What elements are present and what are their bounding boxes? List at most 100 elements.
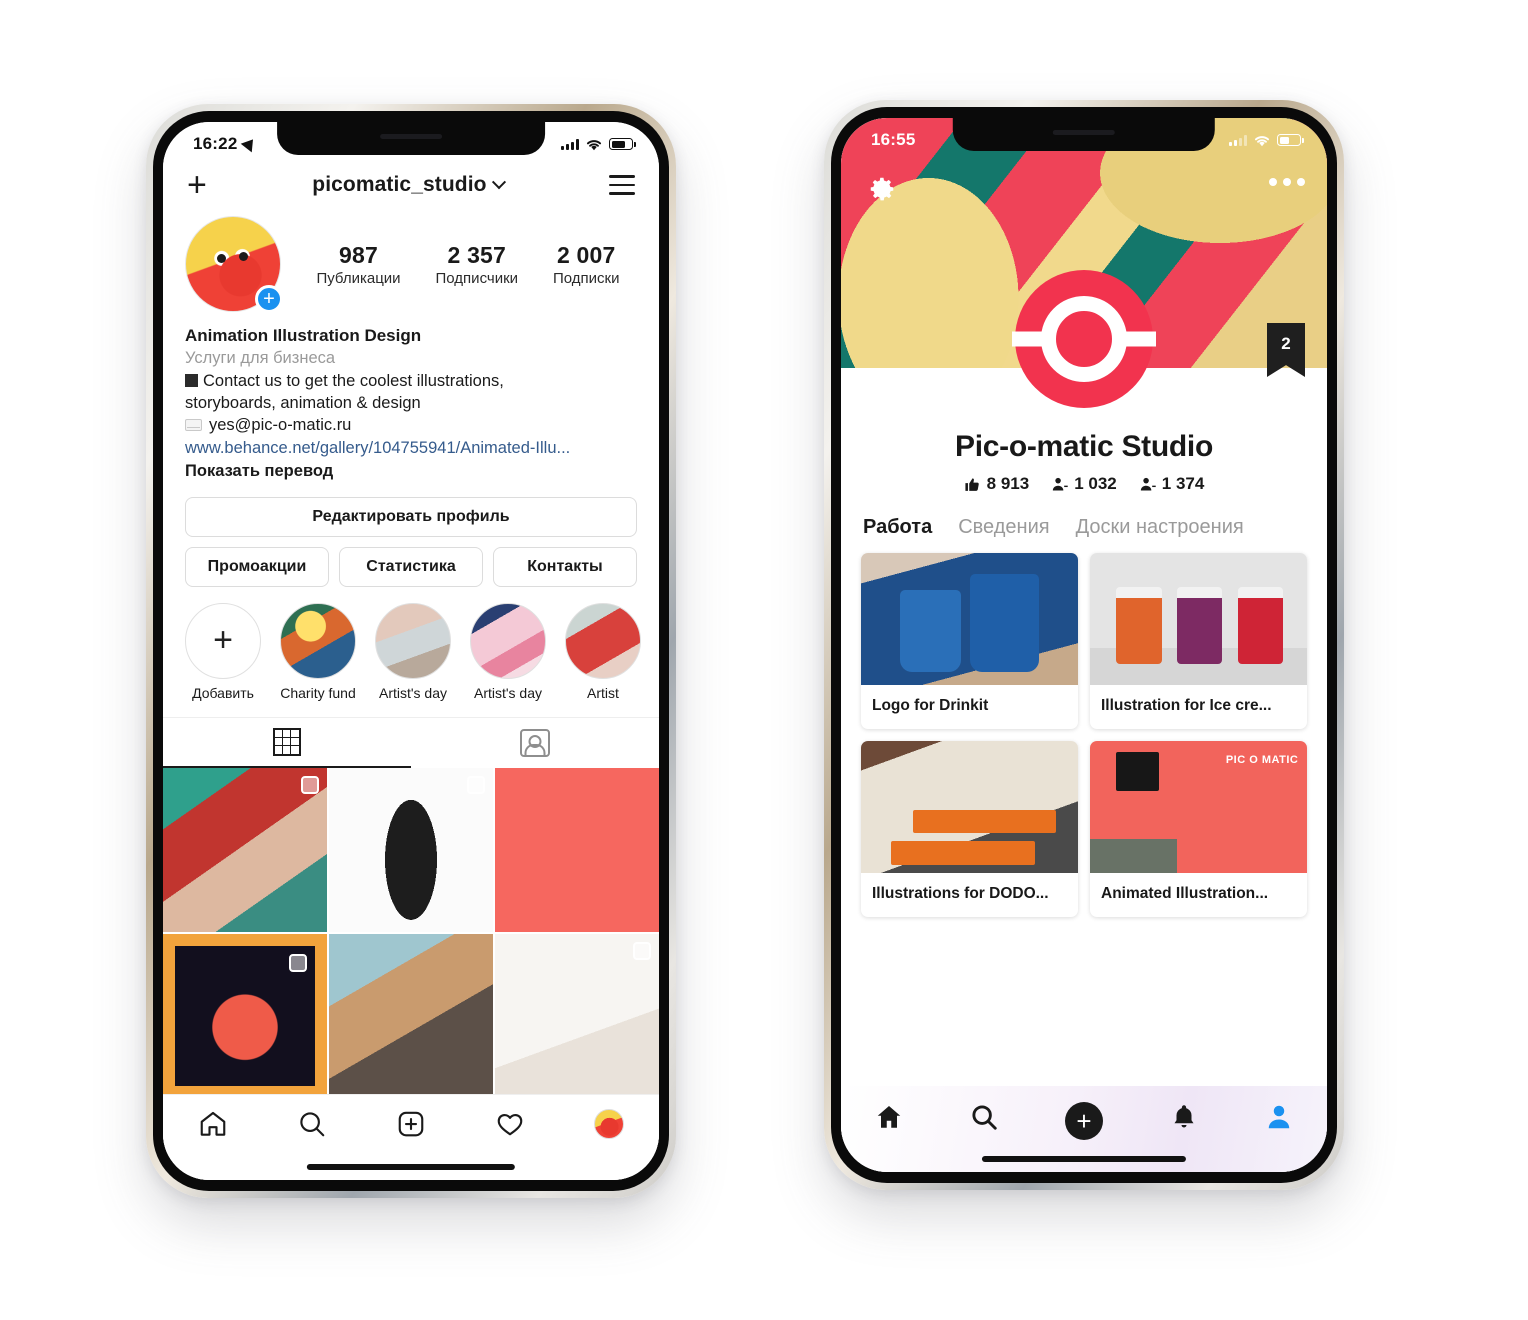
post-thumbnail[interactable] — [329, 767, 493, 932]
stat-followers[interactable]: 2 357 Подписчики — [436, 242, 519, 287]
ice-cream-cups-photo — [1090, 553, 1307, 685]
highlight-item[interactable]: Artist — [565, 602, 641, 701]
tab-work[interactable]: Работа — [863, 516, 932, 539]
stat-following: 1 374 — [1139, 474, 1205, 494]
promotions-button[interactable]: Промоакции — [185, 546, 329, 587]
project-card[interactable]: Logo for Drinkit — [861, 553, 1078, 729]
post-thumbnail[interactable] — [163, 767, 327, 932]
home-icon[interactable] — [198, 1109, 228, 1139]
black-square-icon — [185, 373, 198, 387]
stat-followers: 1 032 — [1051, 474, 1117, 494]
grid-icon — [273, 727, 301, 756]
drinkit-cups-photo — [861, 553, 1078, 685]
statistics-button[interactable]: Статистика — [339, 546, 483, 587]
post-thumbnail[interactable] — [329, 933, 493, 1098]
stat-posts[interactable]: 987 Публикации — [316, 242, 400, 287]
tagged-tab[interactable] — [411, 718, 659, 768]
bio-category: Услуги для бизнеса — [185, 349, 336, 368]
home-indicator — [306, 1164, 516, 1170]
dodo-pizza-boxes-photo — [861, 741, 1078, 873]
edit-profile-button[interactable]: Редактировать профиль — [185, 496, 637, 537]
stat-value: 1 032 — [1074, 474, 1117, 493]
stat-label: Подписчики — [435, 269, 519, 287]
right-phone-screen: 16:55 2 Pic-o-matic Studio 8 913 1 032 1… — [841, 118, 1327, 1172]
username-label: picomatic_studio — [312, 173, 487, 196]
project-title: Illustrations for DODO... — [872, 885, 1049, 902]
stat-appreciations: 8 913 — [964, 474, 1030, 494]
post-thumbnail[interactable] — [163, 933, 327, 1098]
bio-line-1: Contact us to get the coolest illustrati… — [185, 370, 637, 392]
highlight-thumb — [375, 602, 451, 679]
bio-email-line: yes@pic-o-matic.ru — [185, 414, 637, 436]
carousel-icon — [301, 775, 319, 794]
bio-link[interactable]: www.behance.net/gallery/104755941/Animat… — [185, 437, 637, 459]
project-title: Illustration for Ice cre... — [1101, 697, 1272, 714]
person-icon[interactable] — [1264, 1102, 1294, 1132]
home-icon[interactable] — [874, 1102, 904, 1132]
notch — [952, 118, 1216, 151]
plus-icon[interactable]: + — [187, 168, 207, 202]
post-thumbnail[interactable] — [495, 767, 659, 932]
profile-stats: 8 913 1 032 1 374 — [841, 474, 1327, 494]
show-translation-link[interactable]: Показать перевод — [185, 460, 637, 482]
screenshot-canvas: 16:22 + picomatic_studio + 987 Публикаци… — [0, 0, 1528, 1320]
bio-display-name: Animation Illustration Design — [185, 326, 422, 345]
search-icon[interactable] — [969, 1102, 999, 1132]
plus-circle-icon[interactable]: + — [1064, 1102, 1103, 1140]
earpiece-speaker — [379, 134, 442, 139]
left-phone-bezel: 16:22 + picomatic_studio + 987 Публикаци… — [153, 111, 669, 1191]
project-card[interactable]: Illustrations for DODO... — [861, 741, 1078, 917]
profile-tabs — [163, 716, 659, 768]
project-cards: Logo for Drinkit Illustration for Ice cr… — [841, 539, 1327, 917]
grid-tab[interactable] — [163, 718, 411, 768]
gear-icon[interactable] — [867, 174, 897, 204]
stat-following[interactable]: 2 007 Подписки — [553, 242, 620, 287]
right-phone-device: 16:55 2 Pic-o-matic Studio 8 913 1 032 1… — [824, 100, 1344, 1190]
profile-bio: Animation Illustration Design Услуги для… — [163, 312, 659, 483]
project-card[interactable]: Illustration for Ice cre... — [1090, 553, 1307, 729]
highlight-add[interactable]: + Добавить — [185, 602, 261, 701]
username-switcher[interactable]: picomatic_studio — [312, 173, 506, 197]
stat-value: 8 913 — [986, 474, 1030, 493]
more-options-icon[interactable] — [1269, 178, 1305, 186]
page-title: Pic-o-matic Studio — [955, 430, 1213, 463]
bell-icon[interactable] — [1169, 1102, 1199, 1132]
tagged-person-icon — [520, 728, 550, 757]
stat-label: Подписки — [552, 269, 620, 287]
highlight-thumb — [280, 602, 356, 679]
stat-value: 987 — [339, 241, 378, 268]
highlight-label: Charity fund — [280, 684, 356, 701]
bio-text: Contact us to get the coolest illustrati… — [203, 371, 504, 390]
contacts-button[interactable]: Контакты — [493, 546, 637, 587]
post-thumbnail[interactable] — [495, 933, 659, 1098]
story-highlights[interactable]: + Добавить Charity fund Artist's day Art… — [163, 587, 659, 701]
carousel-icon — [633, 941, 651, 960]
hamburger-menu-icon[interactable] — [609, 175, 635, 195]
carousel-icon — [289, 953, 307, 972]
profile-avatar-icon[interactable] — [594, 1109, 625, 1139]
add-story-plus-icon[interactable]: + — [255, 285, 283, 313]
stat-value: 1 374 — [1161, 474, 1205, 493]
carousel-icon — [467, 775, 485, 794]
stat-label: Публикации — [316, 269, 401, 287]
instagram-app: + picomatic_studio + 987 Публикации 2 35… — [163, 122, 659, 1180]
highlight-item[interactable]: Charity fund — [280, 602, 356, 701]
content-tabs: Работа Сведения Доски настроения — [841, 494, 1327, 539]
highlight-thumb — [565, 602, 641, 679]
heart-icon[interactable] — [495, 1109, 525, 1139]
search-icon[interactable] — [297, 1109, 327, 1139]
followers-icon — [1053, 477, 1068, 490]
bio-email: yes@pic-o-matic.ru — [209, 416, 352, 435]
plus-square-icon[interactable] — [396, 1109, 426, 1139]
highlight-item[interactable]: Artist's day — [470, 602, 546, 701]
tab-moodboards[interactable]: Доски настроения — [1076, 516, 1244, 539]
bookmark-badge[interactable]: 2 — [1267, 323, 1305, 377]
project-card[interactable]: PIC O MATIC Animated Illustration... — [1090, 741, 1307, 917]
tab-info[interactable]: Сведения — [958, 516, 1049, 539]
profile-stats: 987 Публикации 2 357 Подписчики 2 007 По… — [293, 242, 637, 287]
pic-o-matic-logo — [1012, 270, 1156, 408]
avatar[interactable]: + — [185, 216, 283, 313]
highlight-item[interactable]: Artist's day — [375, 602, 451, 701]
left-phone-device: 16:22 + picomatic_studio + 987 Публикаци… — [146, 104, 676, 1198]
pic-o-matic-illustration: PIC O MATIC — [1090, 741, 1307, 873]
